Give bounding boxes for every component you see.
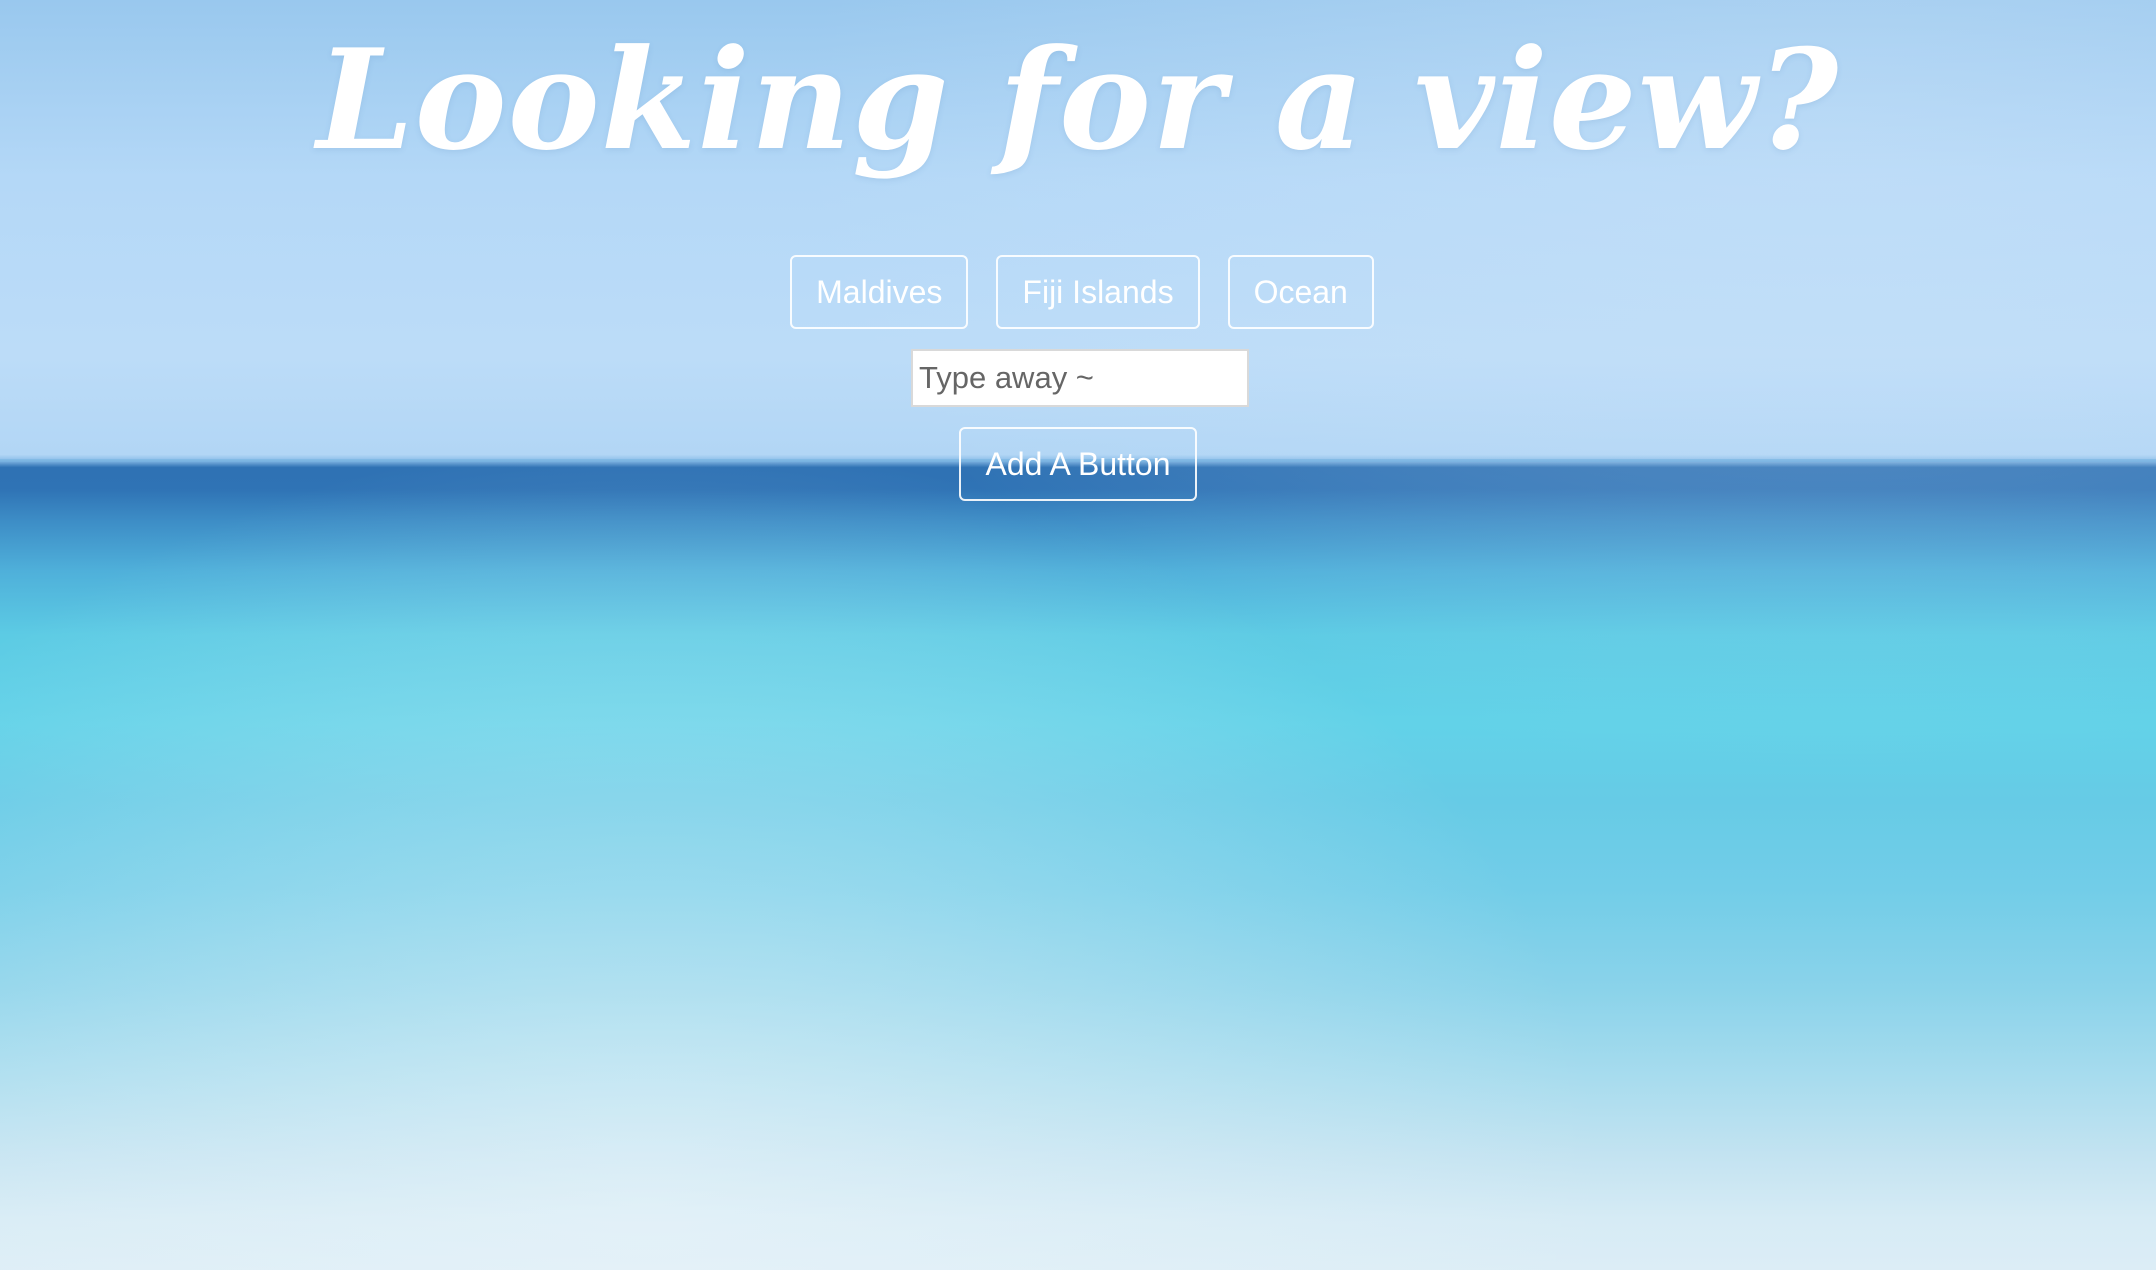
search-input[interactable]: [911, 349, 1249, 407]
search-row: [0, 349, 2156, 407]
add-button[interactable]: Add A Button: [959, 427, 1197, 501]
page-title: Looking for a view?: [316, 18, 1840, 181]
view-button-ocean[interactable]: Ocean: [1227, 255, 1374, 329]
background-sheen: [0, 0, 2156, 1270]
view-button-fiji-islands[interactable]: Fiji Islands: [996, 255, 1200, 329]
add-button-row: Add A Button: [0, 427, 2156, 501]
view-button-row: Maldives Fiji Islands Ocean: [0, 255, 2156, 329]
view-button-maldives[interactable]: Maldives: [790, 255, 969, 329]
